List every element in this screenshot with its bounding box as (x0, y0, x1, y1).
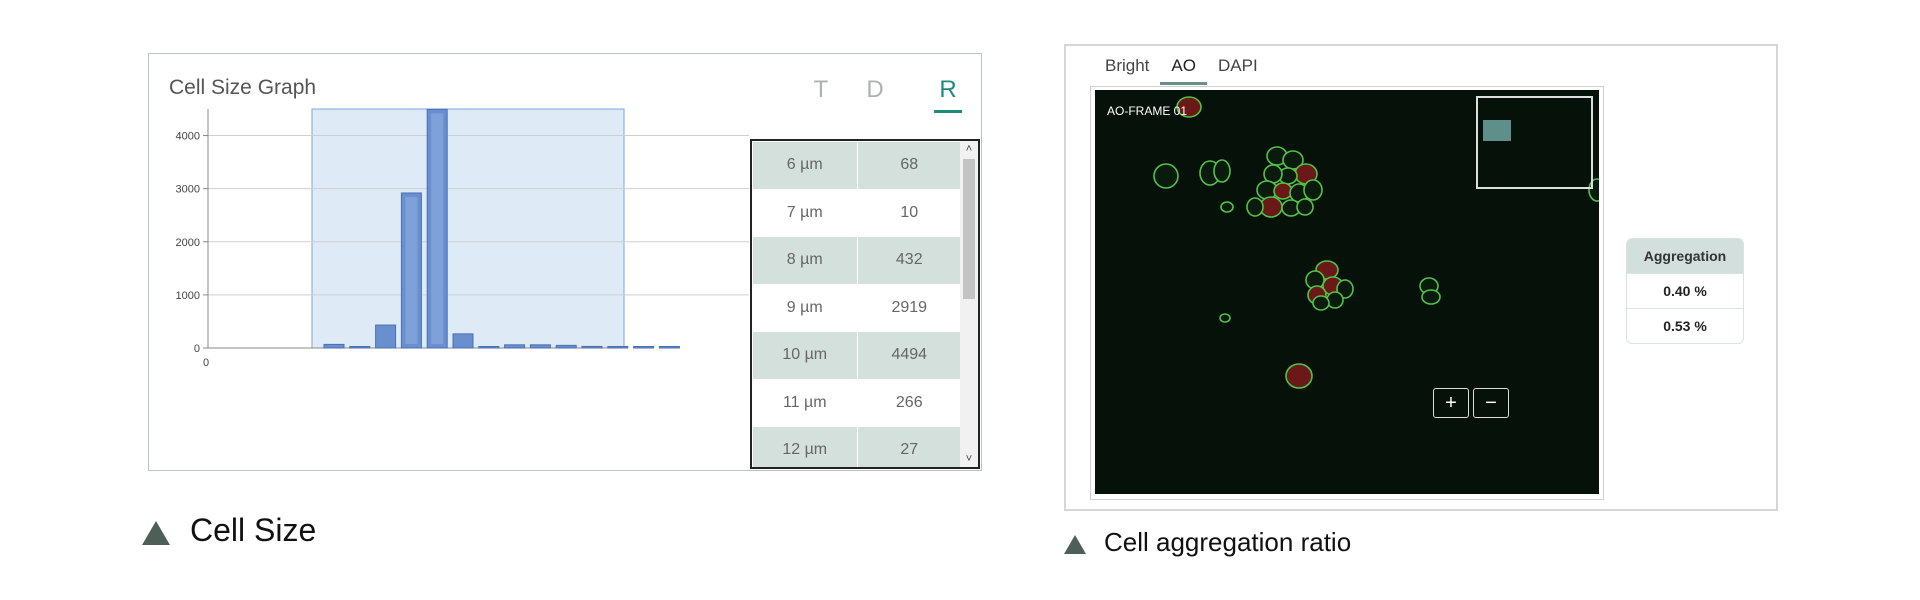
count-cell: 2919 (856, 283, 962, 332)
cell (1303, 179, 1323, 201)
count-cell: 68 (856, 141, 962, 190)
zoom-out-button[interactable]: − (1473, 388, 1509, 418)
count-cell: 27 (856, 426, 962, 467)
histogram-bar[interactable] (581, 345, 603, 349)
histogram-bar[interactable] (529, 344, 551, 349)
tab-bright[interactable]: Bright (1094, 56, 1160, 85)
y-tick-label: 4000 (176, 131, 200, 143)
aggregation-value: 0.53 % (1627, 308, 1743, 343)
histogram-bar[interactable] (555, 344, 577, 349)
histogram-bar[interactable] (504, 344, 526, 349)
cell-size-panel: Cell Size Graph T D R 0 1000 2000 3000 4000 0… (148, 53, 982, 471)
histogram-bar[interactable] (658, 346, 680, 349)
caption-cell-size: Cell Size (142, 512, 316, 549)
image-viewer[interactable]: AO-FRAME 01 + − (1095, 90, 1599, 494)
minimap[interactable] (1476, 96, 1593, 189)
table-row[interactable]: 10 µm 4494 (752, 331, 962, 380)
table-row[interactable]: 12 µm 27 (752, 426, 962, 467)
histogram-bar[interactable] (375, 324, 397, 349)
histogram-bar[interactable] (452, 333, 474, 349)
table-row[interactable]: 7 µm 10 (752, 188, 962, 237)
size-cell: 7 µm (752, 188, 858, 237)
count-cell: 432 (856, 236, 962, 285)
table-row[interactable]: 6 µm 68 (752, 141, 962, 190)
cell (1285, 363, 1313, 389)
aggregation-panel: Bright AO DAPI AO-FRAME 01 + − Aggregati… (1064, 44, 1778, 511)
minimap-viewport[interactable] (1483, 120, 1511, 141)
cell (1220, 201, 1234, 213)
histogram-bar[interactable] (633, 346, 655, 349)
size-cell: 12 µm (752, 426, 858, 467)
image-channel-tabs: Bright AO DAPI (1094, 56, 1269, 85)
cell (1213, 159, 1231, 183)
size-cell: 10 µm (752, 331, 858, 380)
histogram-bar[interactable] (349, 346, 371, 349)
tab-t[interactable]: T (806, 76, 836, 104)
scroll-thumb[interactable] (963, 159, 975, 299)
y-tick-label: 3000 (176, 184, 200, 196)
bar-highlight (431, 113, 444, 344)
count-cell: 266 (856, 378, 962, 427)
caption-aggregation: Cell aggregation ratio (1064, 527, 1351, 558)
selection-region[interactable] (311, 108, 625, 349)
cell (1153, 163, 1179, 189)
bar-highlight (405, 196, 418, 344)
y-tick-label: 0 (194, 343, 200, 355)
histogram-bar[interactable] (323, 343, 345, 349)
scroll-up-icon[interactable]: ˄ (960, 141, 978, 157)
cell-size-histogram: 0 1000 2000 3000 4000 0 (176, 108, 749, 369)
triangle-icon (142, 520, 170, 545)
size-cell: 6 µm (752, 141, 858, 190)
caption-text: Cell Size (190, 512, 317, 548)
aggregation-header: Aggregation (1627, 239, 1743, 273)
zoom-in-button[interactable]: + (1433, 388, 1469, 418)
image-viewer-frame: AO-FRAME 01 + − (1090, 86, 1604, 500)
tab-dapi[interactable]: DAPI (1207, 56, 1269, 85)
triangle-icon (1064, 534, 1086, 554)
histogram-bar[interactable] (478, 346, 500, 349)
scroll-down-icon[interactable]: ˅ (960, 451, 978, 467)
table-row[interactable]: 8 µm 432 (752, 236, 962, 285)
cell (1273, 182, 1293, 200)
y-tick-label: 1000 (176, 290, 200, 302)
table-scrollbar[interactable]: ˄ ˅ (960, 141, 978, 467)
tab-r[interactable]: R (933, 76, 963, 104)
cell-size-table-grid: 6 µm 68 7 µm 10 8 µm 432 9 µm 2919 10 µm 4494 11 µ… (752, 141, 962, 467)
x-tick-label: 0 (203, 357, 209, 369)
frame-label: AO-FRAME 01 (1107, 104, 1188, 118)
table-row[interactable]: 11 µm 266 (752, 378, 962, 427)
cell (1296, 198, 1314, 216)
histogram-bar[interactable] (607, 346, 629, 349)
cell (1246, 197, 1264, 217)
tab-ao[interactable]: AO (1160, 56, 1207, 85)
size-cell: 11 µm (752, 378, 858, 427)
cell (1326, 291, 1344, 309)
caption-text: Cell aggregation ratio (1104, 527, 1352, 557)
tab-d[interactable]: D (860, 76, 890, 104)
tab-r-underline (934, 110, 962, 113)
aggregation-table: Aggregation 0.40 % 0.53 % (1626, 238, 1744, 344)
size-cell: 8 µm (752, 236, 858, 285)
table-row[interactable]: 9 µm 2919 (752, 283, 962, 332)
size-cell: 9 µm (752, 283, 858, 332)
count-cell: 10 (856, 188, 962, 237)
cell (1219, 313, 1231, 323)
y-tick-label: 2000 (176, 237, 200, 249)
count-cell: 4494 (856, 331, 962, 380)
aggregation-value: 0.40 % (1627, 273, 1743, 308)
cell (1421, 289, 1441, 305)
cell (1312, 295, 1330, 311)
cell-size-table: 6 µm 68 7 µm 10 8 µm 432 9 µm 2919 10 µm 4494 11 µ… (750, 139, 980, 469)
